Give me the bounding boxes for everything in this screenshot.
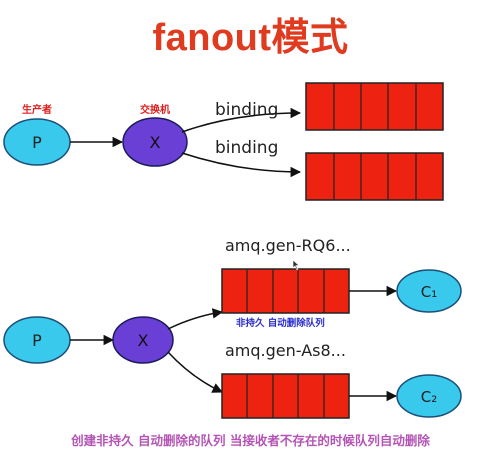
- binding-label-2: binding: [215, 138, 278, 158]
- exchange-node-bottom: X: [112, 316, 174, 364]
- producer-node-bottom: P: [3, 316, 71, 364]
- queue-1-name: amq.gen-RQ6...: [225, 236, 351, 255]
- consumer-node-1: C₁: [396, 269, 462, 313]
- exchange-node-bottom-label: X: [138, 331, 149, 350]
- queue-top-1: [305, 82, 444, 131]
- consumer-node-2: C₂: [396, 374, 462, 418]
- queue-note: 非持久 自动删除队列: [236, 317, 325, 329]
- exchange-node-label: X: [150, 133, 161, 152]
- producer-label: 生产者: [22, 103, 52, 116]
- fanout-diagram: 生产者 交换机 P X binding binding P X amq.gen-…: [3, 82, 462, 419]
- queue-bottom-2: [221, 373, 350, 419]
- producer-node-bottom-label: P: [32, 331, 42, 350]
- producer-node: P: [3, 118, 71, 166]
- queue-top-2: [305, 152, 444, 201]
- bottom-note: 创建非持久 自动删除的队列 当接收者不存在的时候队列自动删除: [71, 433, 430, 448]
- exchange-label: 交换机: [140, 103, 170, 116]
- consumer-node-1-label: C₁: [421, 283, 438, 301]
- binding-arrow-bottom-2: [167, 351, 223, 393]
- queue-2-name: amq.gen-As8...: [225, 341, 346, 360]
- producer-node-label: P: [32, 133, 42, 152]
- queue-bottom-1: [221, 268, 350, 314]
- binding-label-1: binding: [215, 100, 278, 120]
- consumer-node-2-label: C₂: [421, 388, 438, 406]
- exchange-node: X: [122, 117, 188, 167]
- binding-arrow-bottom-1: [167, 308, 224, 330]
